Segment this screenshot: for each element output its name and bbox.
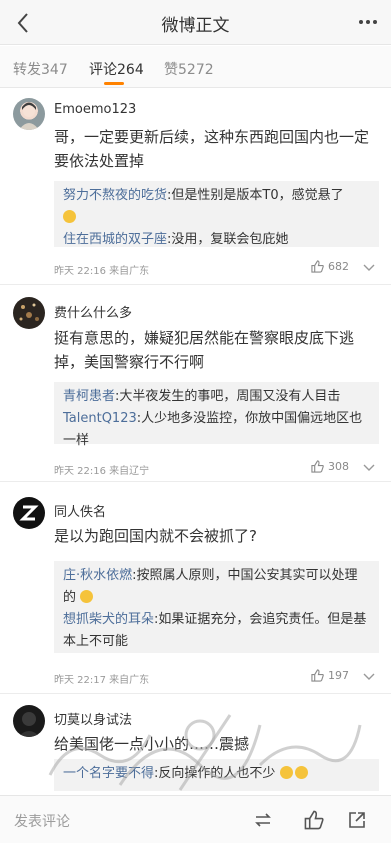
thumbs-up-icon xyxy=(311,460,324,473)
comment-text: 是以为跑回国内就不会被抓了? xyxy=(54,527,257,545)
user-avatar-icon xyxy=(19,102,39,130)
avatar[interactable] xyxy=(13,705,45,737)
like-button[interactable]: 197 xyxy=(311,669,349,682)
reply-text: :但是性别是版本T0，感觉悬了 xyxy=(167,188,344,203)
thumbs-up-icon xyxy=(311,260,324,273)
reply-item: TalentQ123:人少地多没监控，你放中国偏远地区也一样 xyxy=(63,408,370,452)
like-count: 197 xyxy=(328,669,349,682)
page-title: 微博正文 xyxy=(161,16,230,36)
avatar[interactable] xyxy=(13,497,45,529)
reply-box[interactable]: 青柯患者:大半夜发生的事吧，周围又没有人目击 TalentQ123:人少地多没监… xyxy=(54,382,379,448)
comment-input[interactable]: 发表评论 xyxy=(14,811,70,831)
reply-username[interactable]: 青柯患者 xyxy=(63,389,115,404)
like-post-button[interactable] xyxy=(302,808,326,832)
top-navbar: 微博正文 xyxy=(0,0,391,45)
reply-username[interactable]: 庄·秋水依燃 xyxy=(63,568,132,583)
thumbs-up-icon xyxy=(311,669,324,682)
like-icon xyxy=(304,810,324,830)
chevron-down-icon xyxy=(363,464,375,471)
emoji-icon xyxy=(80,590,94,603)
reply-box[interactable]: 一个名字要不得:反向操作的人也不少 xyxy=(54,759,379,791)
share-button[interactable] xyxy=(345,808,369,832)
comment-options-button[interactable] xyxy=(361,260,377,276)
active-tab-indicator xyxy=(104,82,124,85)
comment-item: 费什么什么多 挺有意思的，嫌疑犯居然能在警察眼皮底下逃掉，美国警察行不行啊 青柯… xyxy=(0,286,391,482)
more-button[interactable] xyxy=(355,9,381,35)
reply-item: 住在西城的双子座:没用，复联会包庇她 xyxy=(63,229,370,251)
reply-item: 一个名字要不得:反向操作的人也不少 xyxy=(63,763,370,785)
tab-likes[interactable]: 赞5272 xyxy=(164,59,214,79)
like-count: 682 xyxy=(328,260,349,273)
comment-username[interactable]: 同人佚名 xyxy=(54,501,106,520)
emoji-icon xyxy=(294,766,308,779)
like-button[interactable]: 682 xyxy=(311,260,349,273)
comment-meta: 昨天 22:16 来自辽宁 xyxy=(54,466,150,477)
reply-username[interactable]: 努力不熬夜的吃货 xyxy=(63,188,167,203)
reply-username[interactable]: 想抓柴犬的耳朵 xyxy=(63,612,154,627)
reply-username[interactable]: 一个名字要不得 xyxy=(63,766,154,781)
like-button[interactable]: 308 xyxy=(311,460,349,473)
reply-box[interactable]: 努力不熬夜的吃货:但是性别是版本T0，感觉悬了 住在西城的双子座:没用，复联会包… xyxy=(54,181,379,247)
comment-text: 给美国佬一点小小的……震撼 xyxy=(54,735,250,753)
z-logo-icon xyxy=(19,505,39,521)
avatar[interactable] xyxy=(13,98,45,130)
chevron-down-icon xyxy=(363,673,375,680)
emoji-icon xyxy=(63,210,76,223)
user-avatar-icon xyxy=(18,712,40,737)
repost-icon xyxy=(255,813,271,827)
comment-username[interactable]: 切莫以身试法 xyxy=(54,709,132,728)
reply-item: 想抓柴犬的耳朵:如果证据充分，会追究责任。但是基本上不可能 xyxy=(63,609,370,653)
comment-options-button[interactable] xyxy=(361,669,377,685)
reply-text: :没用，复联会包庇她 xyxy=(167,232,289,247)
bottom-action-bar: 发表评论 xyxy=(0,795,391,843)
comment-options-button[interactable] xyxy=(361,460,377,476)
avatar[interactable] xyxy=(13,297,45,329)
comment-item: Emoemo123 哥，一定要更新后续，这种东西跑回国内也一定要依法处置掉 努力… xyxy=(0,89,391,285)
chevron-down-icon xyxy=(363,264,375,271)
reply-text: :反向操作的人也不少 xyxy=(154,766,276,781)
reply-item: 庄·秋水依燃:按照属人原则，中国公安其实可以处理的 xyxy=(63,565,370,609)
comment-username[interactable]: 费什么什么多 xyxy=(54,302,132,321)
reply-box[interactable]: 庄·秋水依燃:按照属人原则，中国公安其实可以处理的 想抓柴犬的耳朵:如果证据充分… xyxy=(54,561,379,653)
comment-username[interactable]: Emoemo123 xyxy=(54,102,136,117)
reply-text: :大半夜发生的事吧，周围又没有人目击 xyxy=(115,389,341,404)
repost-button[interactable] xyxy=(251,808,275,832)
reply-item: 努力不熬夜的吃货:但是性别是版本T0，感觉悬了 xyxy=(63,185,370,229)
tab-bar: 转发347 评论264 赞5272 xyxy=(0,46,391,88)
reply-username[interactable]: TalentQ123 xyxy=(63,411,137,426)
ellipsis-icon xyxy=(359,20,377,24)
comment-meta: 昨天 22:17 来自广东 xyxy=(54,675,150,686)
reply-username[interactable]: 住在西城的双子座 xyxy=(63,232,167,247)
emoji-icon xyxy=(279,766,293,779)
comment-text: 挺有意思的，嫌疑犯居然能在警察眼皮底下逃掉，美国警察行不行啊 xyxy=(54,329,355,371)
comment-text: 哥，一定要更新后续，这种东西跑回国内也一定要依法处置掉 xyxy=(54,128,370,170)
tab-reposts[interactable]: 转发347 xyxy=(13,59,68,79)
comment-meta: 昨天 22:16 来自广东 xyxy=(54,266,150,277)
like-count: 308 xyxy=(328,460,349,473)
share-icon xyxy=(349,812,365,828)
comment-item: 同人佚名 是以为跑回国内就不会被抓了? 庄·秋水依燃:按照属人原则，中国公安其实… xyxy=(0,483,391,694)
tab-comments[interactable]: 评论264 xyxy=(89,59,144,79)
reply-item: 青柯患者:大半夜发生的事吧，周围又没有人目击 xyxy=(63,386,370,408)
user-avatar-icon xyxy=(19,303,39,321)
comment-item: 切莫以身试法 给美国佬一点小小的……震撼 一个名字要不得:反向操作的人也不少 xyxy=(0,695,391,795)
